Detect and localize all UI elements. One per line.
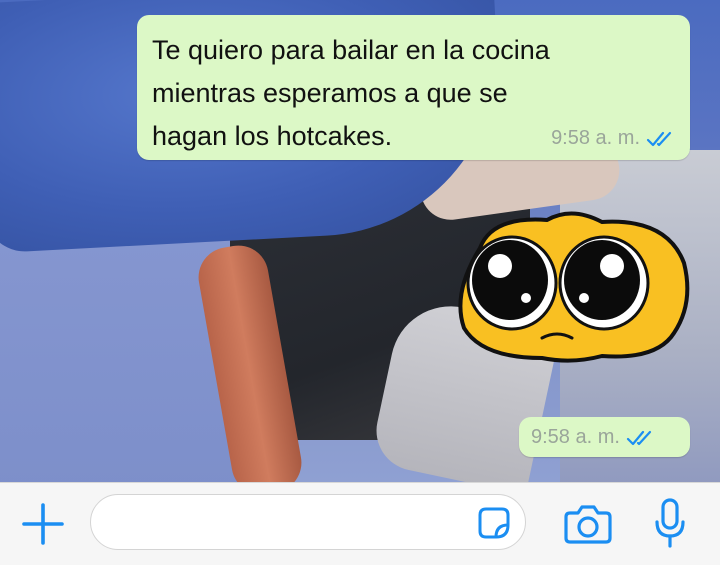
sticker-icon[interactable] — [477, 506, 511, 540]
message-input-bar — [0, 482, 720, 565]
sticker-time-bubble: 9:58 a. m. — [519, 417, 690, 457]
outgoing-message-bubble[interactable]: Te quiero para bailar en la cocina mient… — [137, 15, 690, 160]
double-check-icon — [626, 430, 652, 445]
message-meta: 9:58 a. m. — [551, 127, 676, 150]
message-input[interactable] — [111, 503, 465, 543]
plus-icon[interactable] — [20, 501, 66, 547]
message-time: 9:58 a. m. — [551, 127, 640, 149]
message-input-field[interactable] — [90, 494, 526, 550]
pleading-face-sticker[interactable] — [452, 208, 692, 368]
camera-icon[interactable] — [564, 503, 612, 545]
double-check-icon — [646, 131, 672, 146]
microphone-icon[interactable] — [654, 498, 686, 550]
message-time: 9:58 a. m. — [531, 426, 620, 448]
message-meta: 9:58 a. m. — [531, 426, 656, 449]
